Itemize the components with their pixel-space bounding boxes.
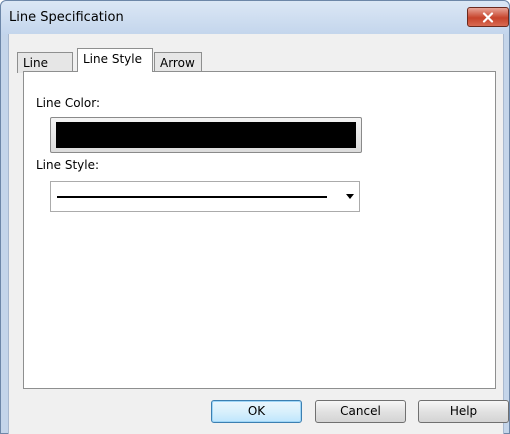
line-style-label: Line Style:: [36, 158, 100, 172]
line-color-button[interactable]: [50, 117, 362, 153]
tab-arrow[interactable]: Arrow: [154, 52, 202, 73]
help-button[interactable]: Help: [418, 400, 509, 423]
line-color-label: Line Color:: [36, 96, 100, 110]
tab-line[interactable]: Line: [17, 52, 73, 73]
line-color-swatch: [56, 122, 356, 148]
line-style-select[interactable]: [50, 181, 360, 212]
line-style-sample: [57, 196, 327, 198]
close-icon: [482, 11, 494, 23]
ok-button[interactable]: OK: [211, 400, 302, 423]
close-button[interactable]: [467, 7, 509, 27]
title-bar[interactable]: Line Specification: [1, 1, 509, 35]
chevron-down-icon[interactable]: [346, 194, 354, 199]
cancel-button[interactable]: Cancel: [315, 400, 406, 423]
tab-line-style[interactable]: Line Style: [77, 48, 153, 72]
dialog-title: Line Specification: [9, 10, 124, 25]
